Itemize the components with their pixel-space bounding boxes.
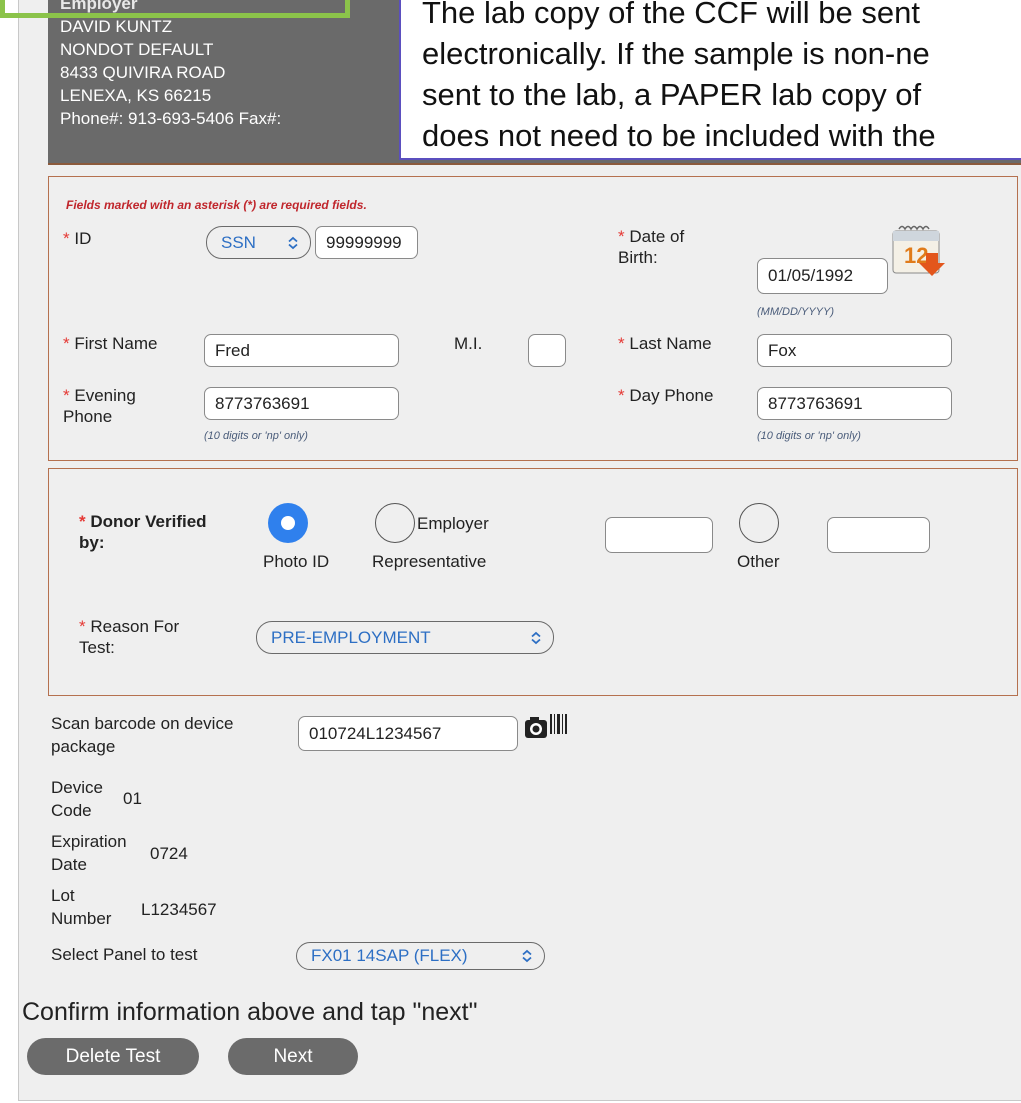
- first-name-label: * First Name: [63, 334, 158, 353]
- dob-input[interactable]: 01/05/1992: [757, 258, 888, 294]
- employer-phone: Phone#: 913-693-5406 Fax#:: [60, 109, 282, 128]
- employer-highlight-box: [0, 0, 350, 18]
- donor-info-panel: Fields marked with an asterisk (*) are r…: [48, 176, 1018, 461]
- day-phone-input[interactable]: 8773763691: [757, 387, 952, 420]
- info-callout: The lab copy of the CCF will be sent ele…: [399, 0, 1021, 160]
- expiration-date-value: 0724: [150, 844, 188, 863]
- id-type-value: SSN: [221, 232, 256, 252]
- middle-initial-label: M.I.: [454, 334, 483, 353]
- other-label: Other: [737, 552, 780, 571]
- reason-for-test-select[interactable]: PRE-EMPLOYMENT: [256, 621, 554, 654]
- evening-phone-hint: (10 digits or 'np' only): [204, 430, 308, 442]
- other-radio[interactable]: [739, 503, 779, 543]
- evening-phone-label: * Evening Phone: [63, 386, 136, 426]
- chevron-updown-icon: [522, 949, 532, 963]
- id-label: * ID: [63, 229, 92, 248]
- callout-line-4: does not need to be included with the: [422, 118, 936, 153]
- employer-rep-radio[interactable]: [375, 503, 415, 543]
- lot-number-label: Lot Number: [51, 886, 112, 928]
- day-phone-label: * Day Phone: [618, 386, 714, 405]
- employer-divider: [48, 163, 1021, 165]
- callout-line-3: sent to the lab, a PAPER lab copy of: [422, 77, 922, 112]
- scan-barcode-label: Scan barcode on device package: [51, 714, 234, 756]
- reason-for-test-label: * Reason For Test:: [79, 617, 180, 657]
- barcode-input[interactable]: 010724L1234567: [298, 716, 518, 751]
- employer-rep-input[interactable]: [605, 517, 713, 553]
- last-name-input[interactable]: Fox: [757, 334, 952, 367]
- callout-line-1: The lab copy of the CCF will be sent: [422, 0, 920, 30]
- dob-format-hint: (MM/DD/YYYY): [757, 306, 834, 318]
- lot-number-value: L1234567: [141, 900, 217, 919]
- dob-label: * Date of Birth:: [618, 227, 685, 267]
- middle-initial-input[interactable]: [528, 334, 566, 367]
- next-button[interactable]: Next: [228, 1038, 358, 1075]
- employer-company: NONDOT DEFAULT: [60, 40, 214, 59]
- chevron-updown-icon: [288, 236, 298, 249]
- device-code-label: Device Code: [51, 778, 103, 820]
- employer-label: Employer: [417, 514, 489, 533]
- camera-barcode-icon[interactable]: [524, 712, 572, 744]
- panel-select[interactable]: FX01 14SAP (FLEX): [296, 942, 545, 970]
- first-name-input[interactable]: Fred: [204, 334, 399, 367]
- employer-address: 8433 QUIVIRA ROAD: [60, 63, 226, 82]
- evening-phone-input[interactable]: 8773763691: [204, 387, 399, 420]
- representative-label: Representative: [372, 552, 487, 571]
- reason-value: PRE-EMPLOYMENT: [271, 627, 431, 647]
- delete-test-button[interactable]: Delete Test: [27, 1038, 199, 1075]
- photo-id-radio[interactable]: [268, 503, 308, 543]
- required-fields-note: Fields marked with an asterisk (*) are r…: [66, 198, 367, 212]
- last-name-label: * Last Name: [618, 334, 712, 353]
- expiration-date-label: Expiration Date: [51, 832, 127, 874]
- select-panel-label: Select Panel to test: [51, 945, 198, 964]
- confirm-instruction: Confirm information above and tap "next": [22, 998, 478, 1026]
- employer-name: DAVID KUNTZ: [60, 17, 173, 36]
- employer-city: LENEXA, KS 66215: [60, 86, 212, 105]
- id-type-select[interactable]: SSN: [206, 226, 311, 259]
- verification-panel: * Donor Verified by: Photo ID Employer Re…: [48, 468, 1018, 696]
- panel-value: FX01 14SAP (FLEX): [311, 946, 468, 965]
- day-phone-hint: (10 digits or 'np' only): [757, 430, 861, 442]
- donor-verified-label: * Donor Verified by:: [79, 512, 207, 552]
- calendar-icon[interactable]: 12: [890, 223, 948, 278]
- chevron-updown-icon: [531, 631, 541, 644]
- device-code-value: 01: [123, 789, 142, 808]
- other-input[interactable]: [827, 517, 930, 553]
- photo-id-label: Photo ID: [263, 552, 330, 571]
- id-number-input[interactable]: 99999999: [315, 226, 418, 259]
- callout-line-2: electronically. If the sample is non-ne: [422, 36, 930, 71]
